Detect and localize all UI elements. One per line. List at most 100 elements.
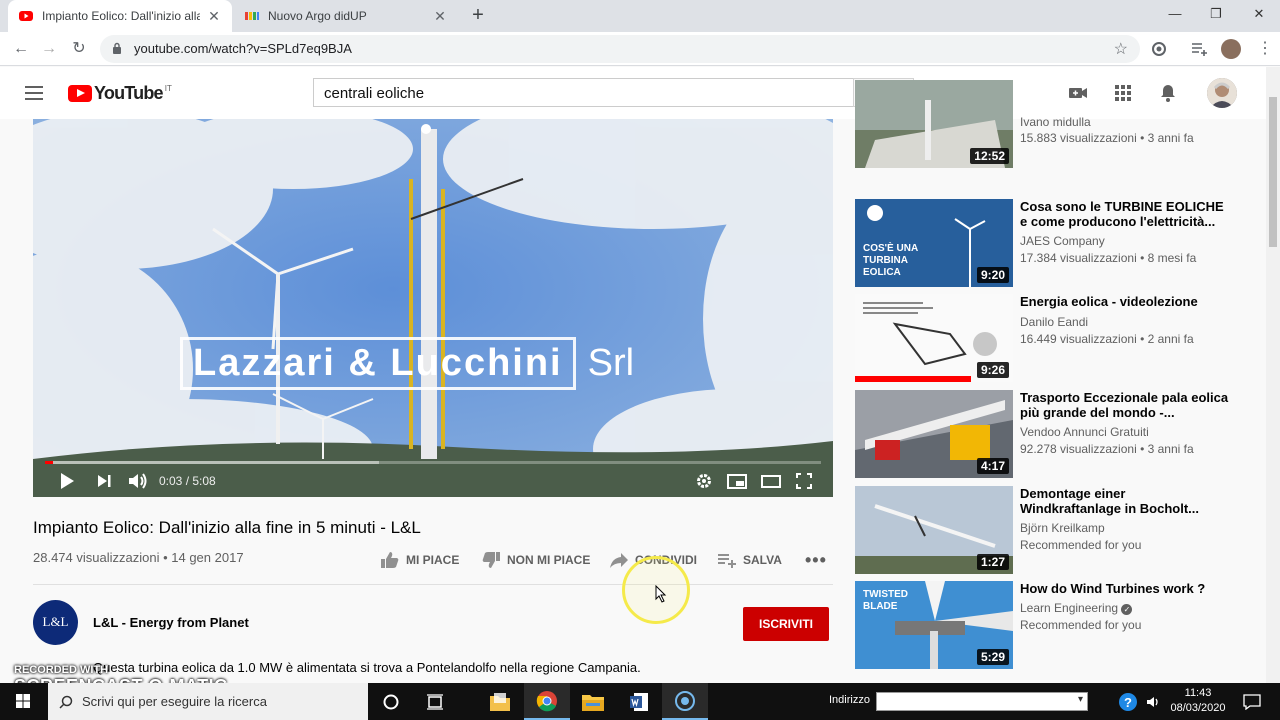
subscribe-button[interactable]: ISCRIVITI [743,607,829,641]
tab-strip: Impianto Eolico: Dall'inizio alla fine ✕… [0,0,1280,32]
video-overlay-logo: Lazzari & Lucchini Srl [180,337,634,390]
recommendation-thumbnail[interactable]: 1:27 [855,486,1013,574]
fullscreen-icon[interactable] [794,471,814,491]
settings-gear-icon[interactable] [694,471,714,491]
volume-icon[interactable] [127,471,149,491]
recommendation-thumbnail[interactable]: 4:17 [855,390,1013,478]
recommendation-channel: Björn Kreilkamp [1020,521,1105,535]
like-label: MI PIACE [406,553,460,567]
explorer-folder-icon[interactable] [570,683,616,720]
progress-bar[interactable] [45,461,821,464]
notification-center-icon[interactable] [1232,683,1272,720]
video-meta: 28.474 visualizzazioni • 14 gen 2017 [33,550,244,565]
mouse-pointer-icon [655,585,667,603]
recommendation-thumbnail[interactable]: 9:26 [855,294,1013,382]
buffered-bar [45,461,379,464]
channel-avatar[interactable]: L&L [33,600,78,645]
cortana-icon[interactable] [368,683,414,720]
windows-start-icon[interactable] [0,683,46,720]
tab-title: Nuovo Argo didUP [268,9,367,23]
address-bar[interactable]: youtube.com/watch?v=SPLd7eq9BJA ☆ [100,35,1140,63]
minimize-button[interactable]: — [1152,0,1198,28]
video-duration: 9:20 [976,267,1009,283]
recommendation-meta: 15.883 visualizzazioni • 3 anni fa [1020,131,1194,145]
system-clock[interactable]: 11:43 08/03/2020 [1168,686,1228,716]
recommendation-thumbnail[interactable]: COS'È UNA TURBINA EOLICA 9:20 [855,199,1013,287]
more-actions-icon[interactable]: ••• [805,550,827,570]
back-button[interactable]: ← [8,36,34,62]
extension-icon[interactable] [1150,40,1168,58]
time-display: 0:03 / 5:08 [159,474,216,488]
new-tab-button[interactable]: + [468,4,488,28]
view-count: 28.474 visualizzazioni [33,550,160,565]
next-video-icon[interactable] [95,471,113,491]
recommendation-item[interactable]: 4:17 Trasporto Eccezionale pala eolica p… [855,390,1235,478]
like-button[interactable]: MI PIACE [380,550,459,570]
youtube-logo[interactable]: YouTube IT [68,83,172,104]
hamburger-menu-icon[interactable] [25,86,43,100]
recommendation-title: How do Wind Turbines work ? [1020,581,1206,596]
reading-list-icon[interactable] [1190,40,1208,58]
video-duration: 5:29 [976,649,1009,665]
restore-button[interactable]: ❐ [1193,0,1239,28]
svg-text:?: ? [1124,695,1132,710]
dislike-button[interactable]: NON MI PIACE [481,550,590,570]
logo-wordmark: YouTube [94,83,164,103]
recommendation-channel: Learn Engineering ✓ [1020,601,1133,615]
reload-button[interactable]: ↻ [66,36,92,62]
close-tab-icon[interactable]: ✕ [432,8,448,25]
dropdown-chevron-icon[interactable]: ▾ [1078,694,1083,705]
recommendation-item[interactable]: 12:52 Ivano midulla 15.883 visualizzazio… [855,80,1235,168]
recommendation-thumbnail[interactable]: 12:52 [855,80,1013,168]
play-icon[interactable] [57,471,77,491]
theater-mode-icon[interactable] [760,471,782,491]
help-icon[interactable]: ? [1108,683,1148,720]
clock-time: 11:43 [1184,687,1212,699]
window-close-button[interactable]: ✕ [1236,0,1280,28]
bookmark-star-icon[interactable]: ☆ [1114,39,1128,59]
tab-argo[interactable]: Nuovo Argo didUP ✕ [234,0,458,32]
recommendation-item[interactable]: 1:27 Demontage einer Windkraftanlage in … [855,486,1235,574]
recommendation-thumbnail[interactable]: TWISTED BLADE 5:29 [855,581,1013,669]
recommendation-item[interactable]: TWISTED BLADE 5:29 How do Wind Turbines … [855,581,1235,669]
save-button[interactable]: SALVA [717,550,782,570]
recommendation-channel: Vendoo Annunci Gratuiti [1020,425,1149,439]
search-input[interactable]: centrali eoliche [313,78,853,107]
volume-tray-icon[interactable] [1143,683,1165,720]
thumbnail-caption: TWISTED BLADE [863,589,908,612]
forward-button[interactable]: → [36,36,62,62]
recommendation-channel: JAES Company [1020,234,1105,248]
search-query: centrali eoliche [324,85,425,102]
menu-kebab-icon[interactable]: ⋮ [1252,36,1278,62]
overlay-suffix: Srl [587,342,635,384]
miniplayer-icon[interactable] [726,471,748,491]
profile-avatar[interactable] [1221,39,1241,59]
channel-name[interactable]: L&L - Energy from Planet [93,615,249,630]
scrollbar-thumb[interactable] [1269,97,1277,247]
browser-toolbar: ← → ↻ youtube.com/watch?v=SPLd7eq9BJA ☆ … [0,32,1280,66]
close-tab-icon[interactable]: ✕ [206,8,222,25]
word-icon[interactable] [616,683,662,720]
url-text: youtube.com/watch?v=SPLd7eq9BJA [134,41,352,56]
address-toolbar-label: Indirizzo [829,694,870,706]
recommendation-meta: 17.384 visualizzazioni • 8 mesi fa [1020,251,1197,265]
lock-icon [113,42,121,54]
video-player[interactable]: Lazzari & Lucchini Srl 0:03 / 5:08 [33,119,833,497]
time-separator: / [182,474,193,488]
task-view-icon[interactable] [412,683,458,720]
recommendation-title: Cosa sono le TURBINE EOLICHE e come prod… [1020,199,1224,229]
recommendation-item[interactable]: 9:26 Energia eolica - videolezione Danil… [855,294,1235,382]
address-toolbar-input[interactable]: ▾ [876,692,1088,711]
page-scrollbar[interactable] [1266,67,1280,683]
add-to-playlist-icon [718,554,736,568]
video-duration: 1:27 [976,554,1009,570]
file-manager-icon[interactable] [477,683,523,720]
taskbar-search-input[interactable]: Scrivi qui per eseguire la ricerca [48,683,368,720]
chrome-icon[interactable] [524,683,570,720]
recommendation-item[interactable]: COS'È UNA TURBINA EOLICA 9:20 Cosa sono … [855,199,1235,287]
recommendation-title: Demontage einer Windkraftanlage in Bocho… [1020,486,1200,516]
thumbs-down-icon [482,552,500,568]
tab-youtube[interactable]: Impianto Eolico: Dall'inizio alla fine ✕ [8,0,232,32]
screencast-app-icon[interactable] [662,683,708,720]
verified-check-icon: ✓ [1121,604,1133,615]
